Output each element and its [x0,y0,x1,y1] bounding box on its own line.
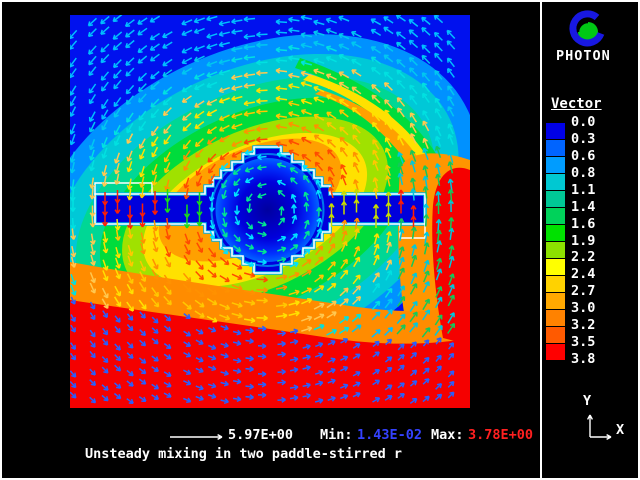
plot-caption: Unsteady mixing in two paddle-stirred r [85,447,402,462]
legend-value: 1.4 [571,199,595,215]
legend-value: 0.6 [571,148,595,164]
app-name: PHOTON [556,49,611,64]
legend-swatch [546,191,565,207]
legend-value: 3.0 [571,300,595,316]
axis-y-label: Y [583,394,591,409]
legend-swatch [546,140,565,156]
legend-value: 0.0 [571,114,595,130]
legend-swatch [546,293,565,309]
legend-swatch [546,259,565,275]
photon-logo-graphic [573,14,601,43]
max-value: 3.78E+00 [468,428,533,443]
vector-plot [0,0,640,480]
legend-value: 2.2 [571,249,595,265]
axis-x-label: X [616,423,624,438]
legend-value: 1.1 [571,182,595,198]
legend-swatch [546,225,565,241]
legend-swatch [546,310,565,326]
legend-swatch [546,276,565,292]
legend-swatch [546,242,565,258]
legend-swatch [546,123,565,139]
legend-value: 2.7 [571,283,595,299]
scale-bar-value: 5.97E+00 [228,428,293,443]
legend-value: 3.2 [571,317,595,333]
min-value: 1.43E-02 [357,428,422,443]
legend-value: 0.8 [571,165,595,181]
legend-value: 3.8 [571,351,595,367]
legend-title: Vector [551,97,602,112]
photon-window: PHOTON Vector 0.00.30.60.81.11.41.61.92.… [0,0,640,480]
min-label: Min: [320,428,353,443]
legend-value: 1.6 [571,216,595,232]
max-label: Max: [431,428,464,443]
panel-divider [540,2,542,478]
legend-value: 2.4 [571,266,595,282]
legend-swatch [546,327,565,343]
legend-swatch [546,208,565,224]
legend-swatch [546,344,565,360]
legend-value: 3.5 [571,334,595,350]
legend-value: 0.3 [571,131,595,147]
legend-swatch [546,157,565,173]
legend-swatch [546,174,565,190]
legend-value: 1.9 [571,233,595,249]
